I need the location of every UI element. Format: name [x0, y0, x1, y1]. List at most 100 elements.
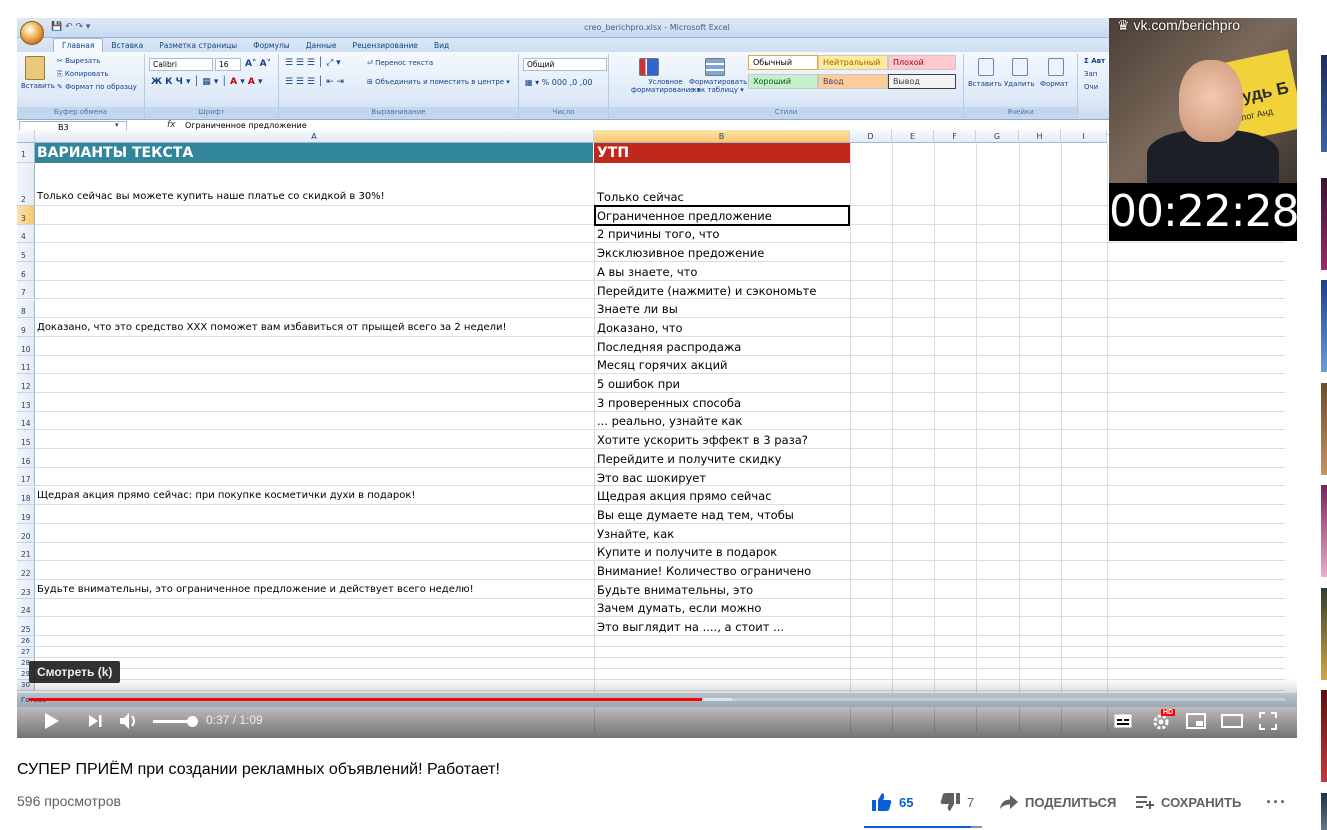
- cell-b[interactable]: Щедрая акция прямо сейчас: [597, 489, 772, 503]
- row-header[interactable]: 13: [17, 393, 35, 412]
- row-header[interactable]: 16: [17, 449, 35, 468]
- cell-b[interactable]: 3 проверенных способа: [597, 396, 741, 410]
- cell-b[interactable]: Будьте внимательны, это: [597, 583, 753, 597]
- font-name-select[interactable]: Calibri: [149, 58, 213, 71]
- formula-input[interactable]: Ограниченное предложение: [185, 121, 307, 130]
- row-header[interactable]: 24: [17, 598, 35, 618]
- related-thumbnail[interactable]: [1321, 280, 1327, 372]
- miniplayer-button[interactable]: [1183, 706, 1209, 736]
- video-player[interactable]: 💾 ↶ ↷ ▾ creo_berichpro.xlsx - Microsoft …: [17, 18, 1297, 738]
- corner-cell[interactable]: [17, 130, 35, 143]
- cell-b[interactable]: Знаете ли вы: [597, 302, 678, 316]
- column-header-f[interactable]: F: [934, 130, 976, 143]
- ribbon-tab[interactable]: Данные: [298, 39, 345, 53]
- row-header[interactable]: 11: [17, 355, 35, 375]
- style-input[interactable]: Ввод: [818, 74, 888, 89]
- delete-cells-icon[interactable]: [1012, 58, 1028, 76]
- cell-b[interactable]: Последняя распродажа: [597, 340, 741, 354]
- ribbon-tab[interactable]: Рецензирование: [345, 39, 426, 53]
- conditional-format-icon[interactable]: [639, 58, 659, 76]
- merge-center-button[interactable]: ⊞ Объединить и поместить в центре ▾: [367, 78, 510, 86]
- style-output[interactable]: Вывод: [888, 74, 956, 89]
- cell-a[interactable]: Щедрая акция прямо сейчас: при покупке к…: [37, 490, 415, 501]
- format-as-table-button[interactable]: Форматировать как таблицу ▾: [689, 78, 747, 94]
- row-header[interactable]: 23: [17, 580, 35, 599]
- volume-slider[interactable]: [153, 716, 198, 727]
- row-header[interactable]: 17: [17, 467, 35, 487]
- wrap-text-button[interactable]: ⏎ Перенос текста: [367, 59, 433, 67]
- save-button[interactable]: СОХРАНИТЬ: [1136, 784, 1241, 820]
- play-button[interactable]: [37, 706, 67, 736]
- ribbon-tab[interactable]: Формулы: [245, 39, 298, 53]
- cell-a[interactable]: Доказано, что это средство XXX поможет в…: [37, 322, 507, 333]
- format-cells-button[interactable]: Формат: [1040, 80, 1068, 88]
- row-header[interactable]: 2: [17, 163, 35, 206]
- row-header[interactable]: 5: [17, 243, 35, 263]
- row-header[interactable]: 14: [17, 411, 35, 431]
- office-button[interactable]: [20, 21, 44, 45]
- share-button[interactable]: ПОДЕЛИТЬСЯ: [1000, 784, 1116, 820]
- cell-a[interactable]: Будьте внимательны, это ограниченное пре…: [37, 584, 474, 595]
- fill-button[interactable]: Зап: [1084, 70, 1097, 78]
- related-videos-sidebar[interactable]: [1321, 0, 1327, 830]
- cell-b[interactable]: Узнайте, как: [597, 527, 674, 541]
- row-header[interactable]: 26: [17, 636, 35, 648]
- cell-b[interactable]: Зачем думать, если можно: [597, 601, 761, 615]
- function-icon[interactable]: fx: [167, 120, 176, 130]
- copy-button[interactable]: ⎘ Копировать: [57, 70, 109, 79]
- column-header-b[interactable]: B: [594, 130, 850, 143]
- font-size-select[interactable]: 16: [215, 58, 241, 71]
- subtitles-button[interactable]: [1111, 706, 1135, 736]
- ribbon-tab[interactable]: Вид: [426, 39, 457, 53]
- insert-cells-button[interactable]: Вставить: [968, 80, 1002, 88]
- volume-button[interactable]: [115, 706, 143, 736]
- clear-button[interactable]: Очи: [1084, 83, 1098, 91]
- cell-b[interactable]: Это выглядит на ...., а стоит ...: [597, 620, 784, 634]
- related-thumbnail[interactable]: [1321, 55, 1327, 152]
- related-thumbnail[interactable]: [1321, 690, 1327, 782]
- style-normal[interactable]: Обычный: [748, 55, 818, 70]
- row-header[interactable]: 4: [17, 224, 35, 244]
- related-thumbnail[interactable]: [1321, 588, 1327, 680]
- cell-b[interactable]: Эксклюзивное предожение: [597, 246, 764, 260]
- cell-b[interactable]: Перейдите (нажмите) и сэкономьте: [597, 284, 816, 298]
- fullscreen-button[interactable]: [1255, 706, 1281, 736]
- ribbon-tab[interactable]: Вставка: [103, 39, 151, 53]
- column-b-header-cell[interactable]: УТП: [594, 143, 850, 163]
- cell-b[interactable]: Это вас шокирует: [597, 471, 706, 485]
- row-header[interactable]: 20: [17, 523, 35, 543]
- row-header[interactable]: 18: [17, 486, 35, 506]
- row-header[interactable]: 12: [17, 374, 35, 393]
- row-header[interactable]: 15: [17, 430, 35, 450]
- cell-b[interactable]: Доказано, что: [597, 321, 683, 335]
- cell-b[interactable]: Месяц горячих акций: [597, 358, 728, 372]
- cell-b[interactable]: Только сейчас: [597, 190, 684, 204]
- paste-icon[interactable]: [25, 56, 45, 80]
- style-good[interactable]: Хороший: [748, 74, 818, 89]
- column-a-header-cell[interactable]: ВАРИАНТЫ ТЕКСТА: [35, 143, 593, 163]
- cell-b[interactable]: Вы еще думаете над тем, чтобы: [597, 508, 794, 522]
- volume-knob[interactable]: [187, 716, 198, 727]
- row-header[interactable]: 10: [17, 336, 35, 356]
- align-horizontal-buttons[interactable]: ☰ ☰ ☰ │ ⇤ ⇥: [285, 77, 344, 87]
- row-header[interactable]: 19: [17, 505, 35, 524]
- row-header[interactable]: 22: [17, 561, 35, 580]
- column-header-e[interactable]: E: [892, 130, 934, 143]
- bold-italic-underline-buttons[interactable]: Ж К Ч ▾ │ ▦ ▾ │ A ▾ A ▾: [151, 77, 262, 87]
- cell-b[interactable]: 2 причины того, что: [597, 227, 719, 241]
- related-thumbnail[interactable]: [1321, 178, 1327, 270]
- cell-b[interactable]: Купите и получите в подарок: [597, 545, 777, 559]
- dislike-button[interactable]: 7: [940, 784, 974, 820]
- related-thumbnail[interactable]: [1321, 383, 1327, 475]
- format-painter-button[interactable]: ✎ Формат по образцу: [57, 83, 137, 91]
- cell-b[interactable]: 5 ошибок при: [597, 377, 680, 391]
- like-button[interactable]: 65: [872, 784, 913, 820]
- number-format-buttons[interactable]: ▦ ▾ % 000 ,0 ,00: [525, 78, 593, 87]
- row-header[interactable]: 21: [17, 542, 35, 562]
- progress-bar[interactable]: [29, 698, 1285, 701]
- row-header[interactable]: 27: [17, 647, 35, 659]
- paste-button[interactable]: Вставить: [21, 82, 55, 90]
- row-header[interactable]: 9: [17, 318, 35, 337]
- cell-b[interactable]: Внимание! Количество ограничено: [597, 564, 811, 578]
- row-header[interactable]: 6: [17, 262, 35, 281]
